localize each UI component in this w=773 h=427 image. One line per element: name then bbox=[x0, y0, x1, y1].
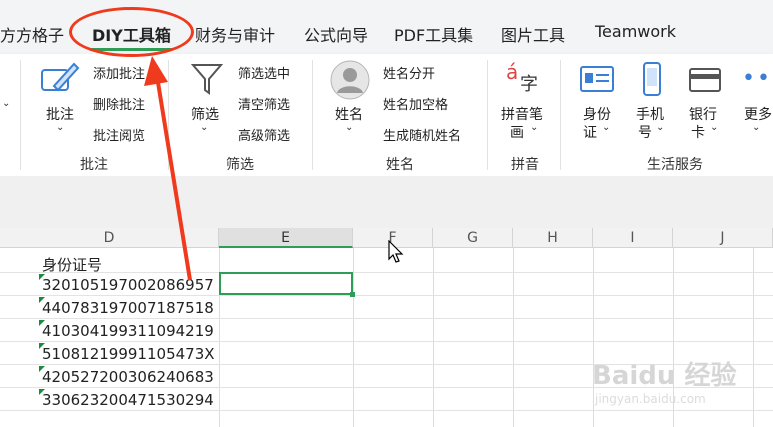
watermark-logo: Baidu 经验 bbox=[592, 361, 737, 391]
watermark-url: jingyan.baidu.com bbox=[595, 392, 706, 406]
